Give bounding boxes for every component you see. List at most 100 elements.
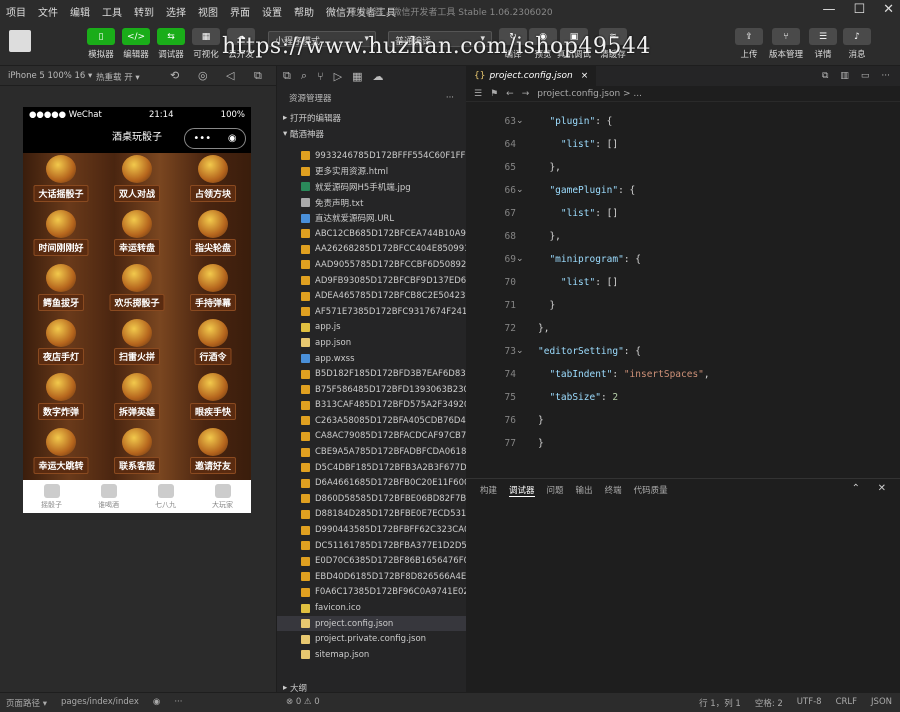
file-item[interactable]: D990443585D172BFBFF62C323CA0... <box>277 522 467 538</box>
forward-icon[interactable]: → <box>522 89 530 99</box>
file-item[interactable]: 9933246785D172BFFF554C60F1FF6... <box>277 148 467 164</box>
menu-item[interactable]: 帮助 <box>288 4 320 19</box>
close-icon[interactable]: ✕ <box>883 2 894 17</box>
file-item[interactable]: D860D58585D172BFBE06BD82F7B1... <box>277 491 467 507</box>
phone-tab[interactable]: 谁喝酒 <box>80 480 137 513</box>
more-icon[interactable]: ··· <box>174 697 182 709</box>
file-item[interactable]: ABC12CB685D172BFCEA744B10A9... <box>277 226 467 242</box>
file-item[interactable]: D6A4661685D172BFB0C20E11F600... <box>277 475 467 491</box>
file-item[interactable]: D5C4DBF185D172BFB3A2B3F677D... <box>277 460 467 476</box>
file-item[interactable]: project.config.json <box>277 615 467 632</box>
sidebar-icon[interactable]: ▭ <box>861 71 870 81</box>
file-item[interactable]: app.json <box>277 335 467 351</box>
maximize-icon[interactable]: ☐ <box>853 2 865 17</box>
file-item[interactable]: 就爱源码网H5手机端.jpg <box>277 179 467 195</box>
split-icon[interactable]: ▥ <box>840 71 849 81</box>
fold-icon[interactable]: ⌄ <box>516 346 524 356</box>
panel-tab[interactable]: 终端 <box>605 484 622 496</box>
menu-item[interactable]: 界面 <box>224 4 256 19</box>
hotreload-select[interactable]: 热重载 开 ▾ <box>96 71 140 83</box>
file-item[interactable]: E0D70C6385D172BF86B1656476F0... <box>277 553 467 569</box>
file-item[interactable]: project.private.config.json <box>277 631 467 647</box>
panel-tab[interactable]: 输出 <box>576 484 593 496</box>
game-item[interactable]: 占领方块 <box>175 153 251 208</box>
file-item[interactable]: AA26268285D172BFCC404E850991... <box>277 242 467 258</box>
panel-tab[interactable]: 构建 <box>480 484 497 496</box>
file-item[interactable]: D88184D285D172BFBE0E7ECD531F... <box>277 507 467 523</box>
file-item[interactable]: B75F586485D172BFD1393063B230... <box>277 382 467 398</box>
close-tab-icon[interactable]: × <box>581 71 589 81</box>
game-item[interactable]: 手持弹幕 <box>175 262 251 317</box>
more-icon[interactable]: ··· <box>446 93 454 103</box>
message-button[interactable]: ♪ 消息 <box>842 28 872 60</box>
popout-icon[interactable]: ⧉ <box>254 69 262 83</box>
panel-tab[interactable]: 调试器 <box>509 484 535 497</box>
menu-item[interactable]: 编辑 <box>64 4 96 19</box>
game-item[interactable]: 鳄鱼拔牙 <box>23 262 99 317</box>
editor-tab[interactable]: {} project.config.json × <box>466 66 597 86</box>
upload-button[interactable]: ⇪ 上传 <box>734 28 764 60</box>
file-item[interactable]: AF571E7385D172BFC9317674F241... <box>277 304 467 320</box>
back-icon[interactable]: ← <box>506 89 514 99</box>
game-item[interactable]: 大话摇骰子 <box>23 153 99 208</box>
open-editors-section[interactable]: ▸ 打开的编辑器 <box>277 110 466 126</box>
fold-icon[interactable]: ⌄ <box>516 254 524 264</box>
visual-button[interactable]: ▦ 可视化 <box>191 28 221 60</box>
exit-icon[interactable]: ◉ <box>228 124 237 154</box>
game-item[interactable]: 时间刚刚好 <box>23 208 99 263</box>
file-item[interactable]: B313CAF485D172BFD575A2F34920... <box>277 398 467 414</box>
more-icon[interactable]: ··· <box>881 71 890 81</box>
volume-icon[interactable]: ◁ <box>226 69 234 82</box>
source-control-icon[interactable]: ⑂ <box>317 70 324 83</box>
debug-icon[interactable]: ▷ <box>334 70 342 83</box>
panel-tab[interactable]: 代码质量 <box>634 484 668 496</box>
game-item[interactable]: 欢乐掷骰子 <box>99 262 175 317</box>
file-item[interactable]: AAD9055785D172BFCCBF6D50892... <box>277 257 467 273</box>
phone-tab[interactable]: 七八九 <box>137 480 194 513</box>
game-item[interactable]: 联系客服 <box>99 426 175 481</box>
more-icon[interactable]: ••• <box>193 124 211 154</box>
menu-item[interactable]: 视图 <box>192 4 224 19</box>
game-item[interactable]: 幸运大跳转 <box>23 426 99 481</box>
game-item[interactable]: 行酒令 <box>175 317 251 372</box>
file-item[interactable]: app.wxss <box>277 351 467 367</box>
minimize-icon[interactable]: — <box>822 2 835 17</box>
menu-item[interactable]: 项目 <box>0 4 32 19</box>
fold-icon[interactable]: ⌄ <box>516 185 524 195</box>
list-icon[interactable]: ☰ <box>474 89 482 99</box>
avatar[interactable] <box>9 30 31 52</box>
file-item[interactable]: AD9FB93085D172BFCBF9D137ED6... <box>277 273 467 289</box>
eye-icon[interactable]: ◉ <box>153 697 160 709</box>
files-icon[interactable]: ⧉ <box>283 69 291 83</box>
phone-tab[interactable]: 大玩家 <box>194 480 251 513</box>
file-item[interactable]: F0A6C17385D172BF96C0A9741E02... <box>277 585 467 601</box>
file-item[interactable]: B5D182F185D172BFD3B7EAF6D831... <box>277 366 467 382</box>
menu-item[interactable]: 文件 <box>32 4 64 19</box>
game-item[interactable]: 眼疾手快 <box>175 371 251 426</box>
game-item[interactable]: 拆弹英雄 <box>99 371 175 426</box>
menu-item[interactable]: 设置 <box>256 4 288 19</box>
file-item[interactable]: 更多实用资源.html <box>277 164 467 180</box>
bookmark-icon[interactable]: ⚑ <box>490 89 498 99</box>
game-item[interactable]: 邀请好友 <box>175 426 251 481</box>
game-item[interactable]: 双人对战 <box>99 153 175 208</box>
fold-icon[interactable]: ⌄ <box>516 116 524 126</box>
file-item[interactable]: CA8AC79085D172BFACDCAF97CB7... <box>277 429 467 445</box>
device-select[interactable]: iPhone 5 100% 16 ▾ <box>8 71 92 81</box>
file-item[interactable]: app.js <box>277 320 467 336</box>
menu-item[interactable]: 工具 <box>96 4 128 19</box>
debugger-button[interactable]: ⇆ 调试器 <box>156 28 186 60</box>
code-view[interactable]: 63 ⌄ "plugin": {64 "list": [] 65 }, 66 ⌄ "ga… <box>466 110 900 522</box>
stop-icon[interactable]: ◎ <box>198 69 208 82</box>
chevron-up-icon[interactable]: ⌃ <box>852 483 860 494</box>
editor-button[interactable]: </> 编辑器 <box>121 28 151 60</box>
search-icon[interactable]: ⌕ <box>301 69 307 83</box>
file-item[interactable]: CBE9A5A785D172BFADBFCDA0618... <box>277 444 467 460</box>
file-item[interactable]: sitemap.json <box>277 647 467 663</box>
cloud-icon[interactable]: ☁ <box>373 70 384 83</box>
capsule-button[interactable]: ••• ◉ <box>184 128 246 149</box>
close-panel-icon[interactable]: ✕ <box>878 483 886 494</box>
version-button[interactable]: ⑂ 版本管理 <box>766 28 806 60</box>
game-item[interactable]: 幸运转盘 <box>99 208 175 263</box>
file-item[interactable]: EBD40D6185D172BF8D826566A4E... <box>277 569 467 585</box>
